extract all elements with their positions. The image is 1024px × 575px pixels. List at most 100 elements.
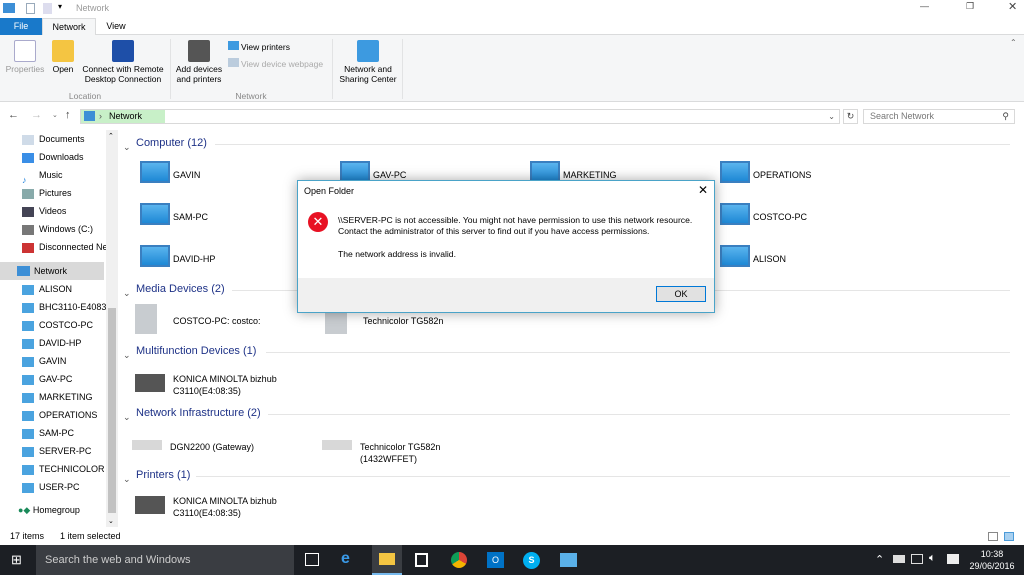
printers-item[interactable]: KONICA MINOLTA bizhub C3110(E4:08:35): [135, 490, 325, 522]
group-header-infrastructure[interactable]: Network Infrastructure (2): [136, 407, 261, 419]
clock[interactable]: 10:38 29/06/2016: [966, 548, 1018, 572]
collapse-group-icon[interactable]: ⌄: [123, 350, 131, 361]
sidebar-item-computer[interactable]: SAM-PC: [22, 424, 106, 442]
view-device-webpage-button[interactable]: View device webpage: [228, 58, 323, 69]
computer-name: COSTCO-PC: [753, 212, 807, 222]
outlook-icon[interactable]: O: [487, 552, 504, 568]
new-folder-quick-icon[interactable]: [43, 3, 52, 14]
network-tray-icon[interactable]: [911, 554, 923, 564]
collapse-ribbon-icon[interactable]: ⌃: [1010, 38, 1017, 47]
computer-item[interactable]: GAVIN: [135, 161, 305, 191]
large-icons-view-button[interactable]: [1004, 532, 1014, 541]
battery-icon[interactable]: [893, 555, 905, 563]
edge-icon[interactable]: e: [341, 550, 350, 568]
store-icon[interactable]: [415, 553, 428, 567]
ok-button[interactable]: OK: [656, 286, 706, 302]
sidebar-item-documents[interactable]: Documents: [22, 130, 106, 148]
computer-item[interactable]: ALISON: [715, 245, 885, 275]
computer-item[interactable]: DAVID-HP: [135, 245, 305, 275]
add-devices-button[interactable]: Add devices and printers: [174, 40, 224, 84]
label: ALISON: [39, 284, 73, 294]
scroll-down-icon[interactable]: ⌄: [108, 517, 114, 525]
sidebar-item-computer[interactable]: BHC3110-E40835: [22, 298, 106, 316]
time: 10:38: [980, 549, 1004, 559]
sidebar-item-computer[interactable]: COSTCO-PC: [22, 316, 106, 334]
label: Pictures: [39, 188, 72, 198]
collapse-group-icon[interactable]: ⌄: [123, 474, 131, 485]
restore-button[interactable]: ❐: [966, 1, 974, 12]
dialog-close-button[interactable]: ✕: [698, 183, 708, 197]
network-sharing-center-button[interactable]: Network and Sharing Center: [335, 40, 401, 84]
start-button[interactable]: ⊞: [11, 553, 22, 566]
show-hidden-icons[interactable]: ⌃: [875, 553, 884, 566]
computer-item[interactable]: COSTCO-PC: [715, 203, 885, 233]
recent-locations-button[interactable]: ⌄: [52, 111, 58, 119]
volume-icon[interactable]: 🔈︎: [929, 552, 936, 565]
router-icon: [132, 440, 162, 450]
sidebar-item-computer[interactable]: SERVER-PC: [22, 442, 106, 460]
customize-toolbar-icon[interactable]: ▾: [58, 2, 62, 11]
cortana-search-box[interactable]: Search the web and Windows: [36, 545, 294, 575]
up-button[interactable]: ↑: [65, 109, 71, 121]
scrollbar-thumb[interactable]: [108, 308, 116, 513]
minimize-button[interactable]: —: [920, 1, 929, 11]
sidebar-item-computer[interactable]: GAVIN: [22, 352, 106, 370]
sidebar-item-computer[interactable]: OPERATIONS: [22, 406, 106, 424]
back-button[interactable]: ←: [8, 109, 19, 121]
sidebar-item-homegroup[interactable]: ●◆ Homegroup: [18, 501, 80, 519]
computer-item[interactable]: OPERATIONS: [715, 161, 885, 191]
remote-desktop-taskbar-icon[interactable]: [560, 553, 577, 567]
collapse-group-icon[interactable]: ⌄: [123, 288, 131, 299]
group-header-multifunction[interactable]: Multifunction Devices (1): [136, 345, 256, 357]
properties-quick-icon[interactable]: [26, 3, 35, 14]
sidebar-item-downloads[interactable]: Downloads: [22, 148, 106, 166]
music-icon: ♪: [22, 174, 27, 184]
multifunction-item[interactable]: KONICA MINOLTA bizhub C3110(E4:08:35): [135, 368, 325, 400]
sidebar-item-computer[interactable]: MARKETING: [22, 388, 106, 406]
group-header-printers[interactable]: Printers (1): [136, 469, 190, 481]
tab-network[interactable]: Network: [42, 18, 96, 35]
group-header-media[interactable]: Media Devices (2): [136, 283, 225, 295]
properties-button[interactable]: Properties: [5, 40, 45, 74]
collapse-group-icon[interactable]: ⌄: [123, 412, 131, 423]
address-bar[interactable]: › Network ⌄: [80, 109, 840, 124]
tab-view[interactable]: View: [96, 18, 136, 35]
chrome-icon[interactable]: [451, 552, 467, 568]
tab-file[interactable]: File: [0, 18, 42, 35]
sidebar-item-windows-c[interactable]: Windows (C:): [22, 220, 106, 238]
scroll-up-icon[interactable]: ⌃: [108, 132, 114, 140]
computer-item[interactable]: SAM-PC: [135, 203, 305, 233]
sidebar-scrollbar[interactable]: ⌃ ⌄: [106, 130, 118, 527]
details-view-button[interactable]: [988, 532, 998, 541]
refresh-button[interactable]: ↻: [843, 109, 858, 124]
sidebar-item-computer[interactable]: DAVID-HP: [22, 334, 106, 352]
task-view-icon[interactable]: [305, 553, 319, 566]
computer-icon: [22, 410, 34, 421]
skype-icon[interactable]: S: [523, 552, 540, 569]
view-printers-button[interactable]: View printers: [228, 41, 290, 52]
infrastructure-item[interactable]: DGN2200 (Gateway): [132, 430, 322, 462]
sidebar-item-music[interactable]: ♪ Music: [22, 166, 106, 184]
open-button[interactable]: Open: [50, 40, 76, 74]
group-header-computer[interactable]: Computer (12): [136, 137, 207, 149]
open-label: Open: [52, 64, 74, 74]
sidebar-item-computer[interactable]: GAV-PC: [22, 370, 106, 388]
sidebar-item-computer[interactable]: TECHNICOLOR: [22, 460, 106, 478]
file-explorer-taskbar-button[interactable]: [372, 545, 402, 575]
address-dropdown-icon[interactable]: ⌄: [828, 110, 835, 123]
breadcrumb-network[interactable]: Network: [109, 110, 142, 123]
collapse-group-icon[interactable]: ⌄: [123, 142, 131, 153]
sidebar-item-videos[interactable]: Videos: [22, 202, 106, 220]
action-center-icon[interactable]: [947, 554, 959, 564]
sidebar-item-computer[interactable]: USER-PC: [22, 478, 106, 496]
sidebar-item-disconnected-drive[interactable]: Disconnected Network Drive: [22, 238, 106, 256]
close-button[interactable]: ✕: [1008, 0, 1017, 13]
sidebar-item-network[interactable]: Network: [0, 262, 104, 280]
forward-button[interactable]: →: [31, 109, 42, 121]
sidebar-item-computer[interactable]: ALISON: [22, 280, 106, 298]
infrastructure-item[interactable]: Technicolor TG582n (1432WFFET): [322, 430, 512, 464]
downloads-icon: [22, 152, 34, 163]
search-input[interactable]: Search Network ⚲: [863, 109, 1015, 124]
remote-desktop-button[interactable]: Connect with Remote Desktop Connection: [78, 40, 168, 84]
sidebar-item-pictures[interactable]: Pictures: [22, 184, 106, 202]
